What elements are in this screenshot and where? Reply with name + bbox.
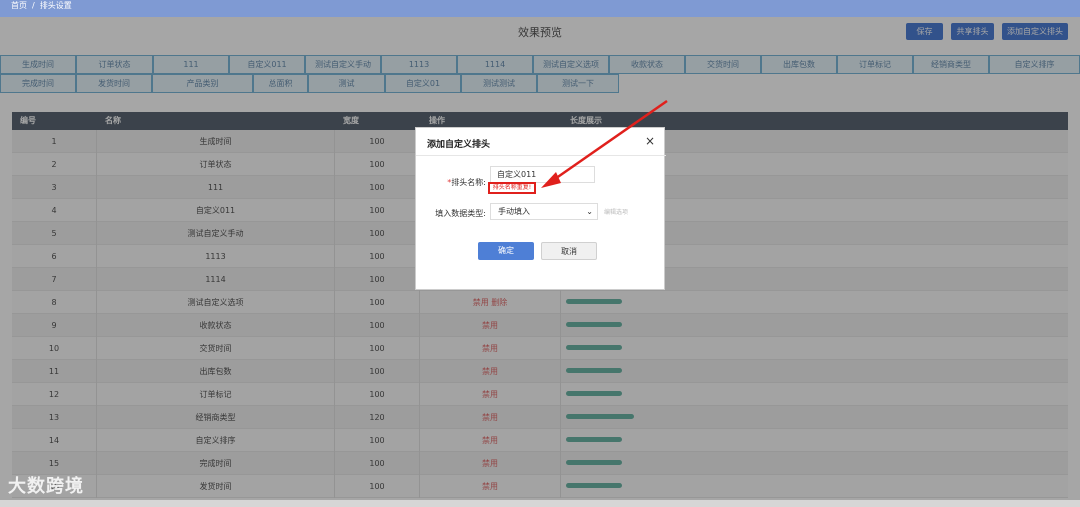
annotation-arrow-icon [541, 99, 668, 188]
